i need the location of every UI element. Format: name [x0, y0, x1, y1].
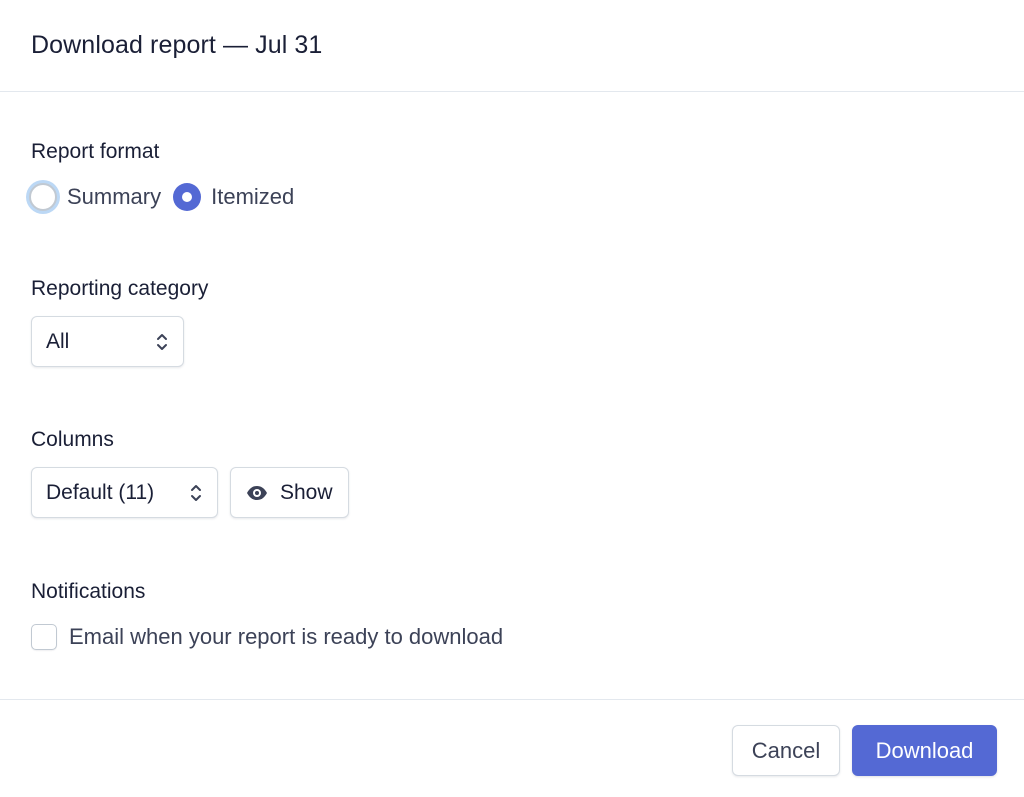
columns-value: Default (11)	[46, 480, 155, 504]
chevron-up-down-icon	[157, 333, 167, 350]
reporting-category-select[interactable]: All	[31, 316, 184, 367]
columns-label: Columns	[31, 428, 114, 451]
chevron-up-down-icon	[191, 484, 201, 501]
reporting-category-section: Reporting category All	[31, 277, 208, 367]
show-columns-button[interactable]: Show	[230, 467, 349, 518]
radio-summary[interactable]	[29, 183, 57, 211]
columns-section: Columns Default (11) Show	[31, 428, 349, 518]
email-notification-label[interactable]: Email when your report is ready to downl…	[69, 624, 503, 650]
report-format-section: Report format Summary Itemized	[29, 140, 306, 211]
download-report-dialog: Download report — Jul 31 Report format S…	[0, 0, 1024, 797]
notifications-label: Notifications	[31, 580, 146, 603]
radio-itemized-label[interactable]: Itemized	[211, 184, 294, 210]
dialog-title: Download report — Jul 31	[31, 31, 323, 59]
report-format-options: Summary Itemized	[29, 183, 306, 211]
show-columns-label: Show	[280, 480, 333, 504]
radio-summary-label[interactable]: Summary	[67, 184, 161, 210]
columns-select[interactable]: Default (11)	[31, 467, 218, 518]
email-notification-checkbox[interactable]	[31, 624, 57, 650]
cancel-button[interactable]: Cancel	[732, 725, 840, 776]
reporting-category-value: All	[46, 329, 70, 353]
report-format-label: Report format	[31, 140, 160, 163]
eye-icon	[247, 485, 267, 500]
radio-dot	[182, 192, 193, 202]
notifications-section: Notifications Email when your report is …	[31, 580, 503, 650]
dialog-header: Download report — Jul 31	[0, 0, 1024, 92]
dialog-footer: Cancel Download	[0, 699, 1024, 797]
radio-itemized[interactable]	[173, 183, 202, 211]
email-notification-row: Email when your report is ready to downl…	[31, 624, 503, 650]
columns-controls: Default (11) Show	[31, 467, 349, 518]
reporting-category-label: Reporting category	[31, 277, 209, 300]
download-button[interactable]: Download	[852, 725, 997, 776]
